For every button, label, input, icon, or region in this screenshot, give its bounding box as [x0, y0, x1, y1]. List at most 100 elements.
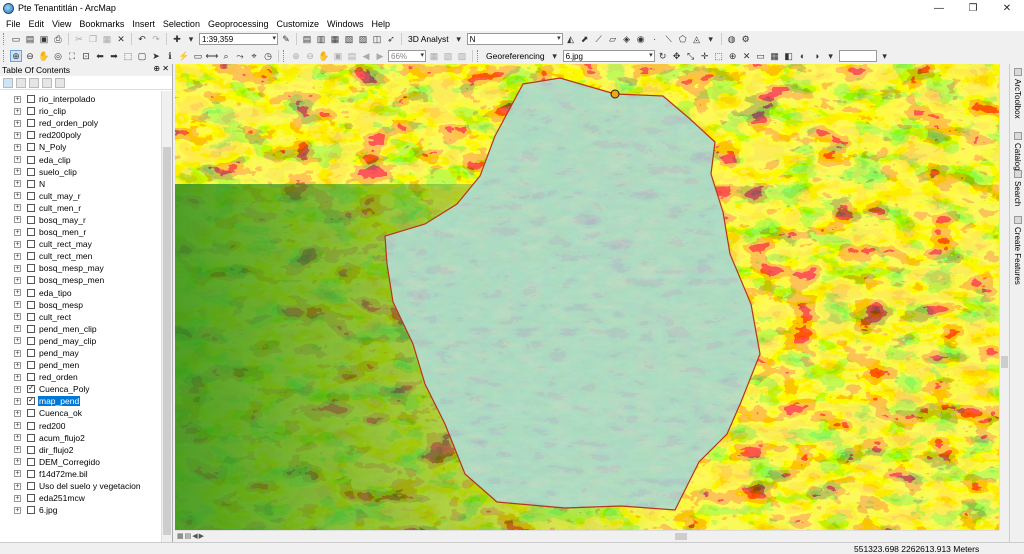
- layer-visibility-checkbox[interactable]: [27, 131, 35, 140]
- arctoolbox-icon[interactable]: ▦: [329, 33, 341, 45]
- layer-name[interactable]: Uso del suelo y vegetacion: [38, 481, 142, 491]
- layer-name[interactable]: eda251mcw: [38, 493, 86, 503]
- layout-zoom-out-icon[interactable]: ⊖: [304, 50, 316, 62]
- layout-pan-icon[interactable]: ✋: [318, 50, 330, 62]
- layer-visibility-checkbox[interactable]: [27, 361, 35, 370]
- open-folder-icon[interactable]: ▤: [24, 33, 36, 45]
- toc-layer-row[interactable]: + red_orden_poly: [0, 117, 162, 129]
- python-window-icon[interactable]: ▧: [343, 33, 355, 45]
- expand-icon[interactable]: +: [14, 216, 21, 224]
- expand-icon[interactable]: +: [14, 240, 21, 248]
- expand-icon[interactable]: +: [14, 397, 21, 405]
- maximize-button[interactable]: ❐: [956, 0, 990, 16]
- arcglobe-icon[interactable]: ◉: [635, 33, 647, 45]
- layout-zoom-in-icon[interactable]: ⊕: [290, 50, 302, 62]
- clear-selection-icon[interactable]: ▢: [136, 50, 148, 62]
- menu-help[interactable]: Help: [368, 19, 395, 29]
- layer-visibility-checkbox[interactable]: [27, 445, 35, 454]
- redo-icon[interactable]: ↷: [150, 33, 162, 45]
- layer-name[interactable]: eda_tipo: [38, 288, 73, 298]
- chevron-down-icon[interactable]: ▾: [825, 50, 837, 62]
- rotate-icon[interactable]: ↻: [657, 50, 669, 62]
- menu-windows[interactable]: Windows: [323, 19, 368, 29]
- effects-icon[interactable]: ◐: [797, 50, 809, 62]
- toc-layer-row[interactable]: + acum_flujo2: [0, 432, 162, 444]
- toc-layer-row[interactable]: + cult_rect: [0, 311, 162, 323]
- layer-name[interactable]: DEM_Corregido: [38, 457, 101, 467]
- toc-layer-row[interactable]: + red200: [0, 420, 162, 432]
- new-document-icon[interactable]: ▭: [10, 33, 22, 45]
- layout-back-icon[interactable]: ◀: [360, 50, 372, 62]
- layer-visibility-checkbox[interactable]: [27, 167, 35, 176]
- viewer-icon[interactable]: ▭: [755, 50, 767, 62]
- menu-geoprocessing[interactable]: Geoprocessing: [204, 19, 273, 29]
- expand-icon[interactable]: +: [14, 192, 21, 200]
- expand-icon[interactable]: +: [14, 156, 21, 164]
- measure-icon[interactable]: ⟷: [206, 50, 219, 62]
- editor-toolbar-icon[interactable]: ✎: [280, 33, 292, 45]
- menu-view[interactable]: View: [48, 19, 75, 29]
- zoom-out-icon[interactable]: ⊖: [24, 50, 36, 62]
- dock-tab-arctoolbox[interactable]: ArcToolbox: [1011, 68, 1024, 119]
- layer-name[interactable]: cult_rect_may: [38, 239, 93, 249]
- pan-hand-icon[interactable]: ✋: [38, 50, 50, 62]
- list-by-drawing-order-icon[interactable]: [3, 77, 13, 88]
- layer-visibility-checkbox[interactable]: [27, 179, 35, 188]
- layer-name[interactable]: map_pend: [38, 396, 81, 407]
- menu-insert[interactable]: Insert: [128, 19, 159, 29]
- toc-layer-row[interactable]: + cult_rect_men: [0, 250, 162, 262]
- expand-icon[interactable]: +: [14, 373, 21, 381]
- layer-visibility-checkbox[interactable]: [27, 240, 35, 249]
- layer-visibility-checkbox[interactable]: [27, 143, 35, 152]
- link-table-icon[interactable]: ▦: [769, 50, 781, 62]
- chevron-down-icon[interactable]: ▾: [185, 33, 197, 45]
- chevron-down-icon[interactable]: ▾: [705, 33, 717, 45]
- menu-bookmarks[interactable]: Bookmarks: [75, 19, 128, 29]
- globe-icon[interactable]: ◍: [726, 33, 738, 45]
- toolbar-grip[interactable]: [283, 50, 286, 62]
- expand-icon[interactable]: +: [14, 204, 21, 212]
- expand-icon[interactable]: +: [14, 131, 21, 139]
- slope-raster-map[interactable]: [175, 64, 999, 530]
- toc-layer-row[interactable]: + pend_men_clip: [0, 323, 162, 335]
- georeferencing-menu[interactable]: Georeferencing: [484, 51, 547, 61]
- toolbar-grip[interactable]: [3, 33, 6, 45]
- minimize-button[interactable]: —: [922, 0, 956, 16]
- arcscene-icon[interactable]: ◈: [621, 33, 633, 45]
- expand-icon[interactable]: +: [14, 107, 21, 115]
- shift-icon[interactable]: ✥: [671, 50, 683, 62]
- layer-name[interactable]: pend_men_clip: [38, 324, 98, 334]
- layer-name[interactable]: 6.jpg: [38, 505, 58, 515]
- toc-layer-row[interactable]: + ✓ Cuenca_Poly: [0, 383, 162, 395]
- layer-visibility-checkbox[interactable]: [27, 457, 35, 466]
- expand-icon[interactable]: +: [14, 168, 21, 176]
- layer-name[interactable]: cult_rect: [38, 312, 72, 322]
- expand-icon[interactable]: +: [14, 470, 21, 478]
- settings-gear-icon[interactable]: ⚙: [740, 33, 752, 45]
- expand-icon[interactable]: +: [14, 228, 21, 236]
- layer-visibility-checkbox[interactable]: [27, 349, 35, 358]
- layer-name[interactable]: suelo_clip: [38, 167, 78, 177]
- layer-visibility-checkbox[interactable]: [27, 155, 35, 164]
- fixed-zoom-out-icon[interactable]: ⊡: [80, 50, 92, 62]
- expand-icon[interactable]: +: [14, 119, 21, 127]
- menu-file[interactable]: File: [2, 19, 25, 29]
- auto-adjust-icon[interactable]: ◧: [783, 50, 795, 62]
- layer-name[interactable]: f14d72me.bil: [38, 469, 89, 479]
- layer-name[interactable]: pend_men: [38, 360, 80, 370]
- layer-visibility-checkbox[interactable]: [27, 191, 35, 200]
- toc-layer-row[interactable]: + N: [0, 178, 162, 190]
- search-window-icon[interactable]: ◫: [371, 33, 383, 45]
- scale-icon[interactable]: ⤡: [685, 50, 697, 62]
- toc-layer-row[interactable]: + pend_may_clip: [0, 335, 162, 347]
- delete-link-icon[interactable]: ✕: [741, 50, 753, 62]
- layer-visibility-checkbox[interactable]: [27, 373, 35, 382]
- toc-layer-row[interactable]: + rio_interpolado: [0, 93, 162, 105]
- layer-name[interactable]: acum_flujo2: [38, 433, 86, 443]
- toolbar-grip[interactable]: [3, 50, 6, 62]
- fixed-zoom-in-icon[interactable]: ⛶: [66, 50, 78, 62]
- layer-name[interactable]: rio_interpolado: [38, 94, 96, 104]
- close-button[interactable]: ✕: [990, 0, 1024, 16]
- layer-name[interactable]: cult_rect_men: [38, 251, 93, 261]
- toc-layer-row[interactable]: + pend_may: [0, 347, 162, 359]
